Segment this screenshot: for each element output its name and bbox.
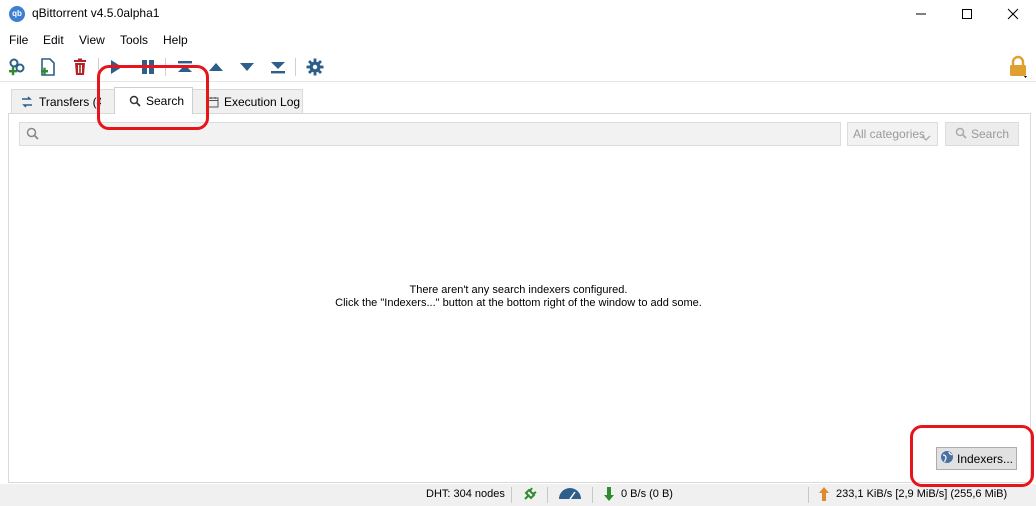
category-select[interactable]: All categories: [847, 122, 938, 146]
tab-bar: Transfers (4) Search Execution Log: [0, 87, 1036, 114]
search-icon: [955, 127, 967, 142]
pause-button[interactable]: [137, 56, 159, 78]
pause-icon: [142, 60, 154, 74]
maximize-button[interactable]: [944, 0, 990, 28]
globe-icon: [940, 450, 954, 467]
upload-arrow-icon: [817, 486, 831, 505]
menu-view[interactable]: View: [79, 33, 105, 47]
add-torrent-link-button[interactable]: [6, 56, 28, 78]
empty-state-message: There aren't any search indexers configu…: [9, 284, 1028, 310]
search-input[interactable]: [19, 122, 841, 146]
tab-label: Transfers (4): [39, 94, 101, 109]
search-row: All categories Search: [19, 122, 1019, 146]
move-down-button[interactable]: [236, 56, 258, 78]
speed-limit-icon[interactable]: [557, 486, 583, 505]
add-torrent-file-button[interactable]: [37, 56, 59, 78]
options-button[interactable]: [304, 56, 326, 78]
calendar-icon: [207, 96, 219, 108]
gear-icon: [306, 58, 324, 76]
arrow-down-icon: [240, 63, 254, 71]
indexers-button-label: Indexers...: [956, 451, 1014, 466]
add-link-icon: [9, 58, 25, 76]
search-button[interactable]: Search: [945, 122, 1019, 146]
move-to-bottom-button[interactable]: [267, 56, 289, 78]
search-icon: [129, 95, 141, 107]
delete-button[interactable]: [69, 56, 91, 78]
close-icon: [1007, 8, 1019, 20]
menu-file[interactable]: File: [9, 33, 28, 47]
minimize-icon: [916, 13, 926, 15]
move-to-top-button[interactable]: [174, 56, 196, 78]
title-bar: qb qBittorrent v4.5.0alpha1: [0, 0, 1036, 28]
move-bottom-icon: [271, 62, 285, 74]
arrow-up-icon: [209, 63, 223, 71]
download-arrow-icon: [602, 486, 616, 505]
indexers-button[interactable]: Indexers...: [936, 447, 1017, 470]
tab-label: Search: [146, 94, 185, 108]
lock-icon: [1010, 55, 1027, 78]
app-logo-icon: qb: [9, 6, 25, 22]
tab-transfers[interactable]: Transfers (4): [11, 89, 116, 113]
search-button-label: Search: [970, 127, 1010, 141]
empty-message-line1: There aren't any search indexers configu…: [409, 284, 628, 296]
chevron-down-icon: [921, 128, 931, 150]
lock-button[interactable]: [1006, 55, 1030, 78]
toolbar: [0, 52, 1036, 82]
tab-label: Execution Log: [224, 94, 301, 109]
dht-status: DHT: 304 nodes: [426, 488, 505, 500]
menu-help[interactable]: Help: [163, 33, 188, 47]
status-bar: DHT: 304 nodes 0 B/s (0 B) 233,1 KiB/s […: [0, 484, 1036, 506]
resume-button[interactable]: [105, 56, 127, 78]
empty-message-line2: Click the "Indexers..." button at the bo…: [335, 297, 702, 309]
download-speed: 0 B/s (0 B): [621, 488, 673, 500]
move-top-icon: [178, 61, 192, 72]
menu-tools[interactable]: Tools: [120, 33, 148, 47]
category-value: All categories: [853, 127, 926, 141]
window-title: qBittorrent v4.5.0alpha1: [32, 6, 160, 20]
upload-speed: 233,1 KiB/s [2,9 MiB/s] (255,6 MiB): [836, 488, 1008, 500]
search-icon: [26, 127, 39, 143]
add-file-icon: [41, 58, 55, 76]
tab-execution-log[interactable]: Execution Log: [192, 89, 303, 113]
transfers-icon: [20, 95, 34, 109]
play-icon: [111, 60, 122, 74]
connection-status-icon[interactable]: [522, 486, 538, 505]
search-panel: All categories Search There aren't any s…: [8, 113, 1031, 483]
trash-icon: [74, 58, 86, 75]
close-button[interactable]: [990, 0, 1036, 28]
maximize-icon: [962, 9, 972, 19]
menu-edit[interactable]: Edit: [43, 33, 64, 47]
tab-search[interactable]: Search: [114, 87, 193, 114]
menu-bar: File Edit View Tools Help: [0, 30, 1036, 50]
move-up-button[interactable]: [205, 56, 227, 78]
minimize-button[interactable]: [898, 0, 944, 28]
